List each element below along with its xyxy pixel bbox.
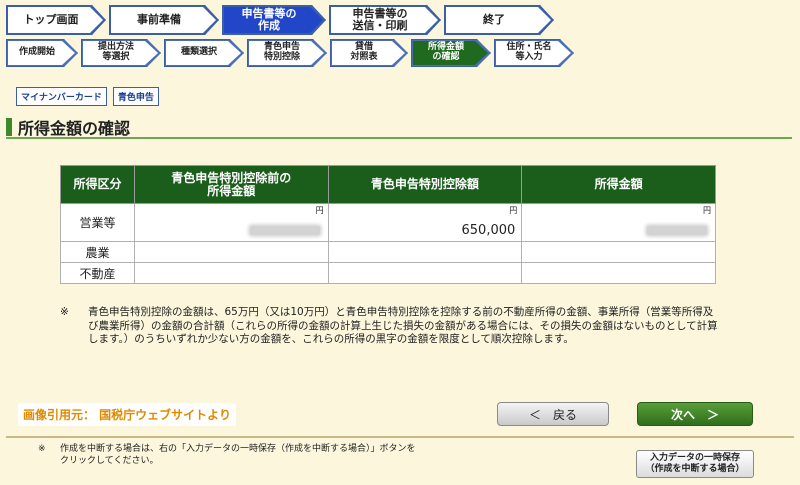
temporary-save-button[interactable]: 入力データの一時保存 （作成を中断する場合） — [636, 450, 754, 478]
main-step-label: 申告書等の 作成 — [241, 6, 297, 32]
sub-step-start[interactable]: 作成開始 — [6, 39, 78, 67]
income-cell — [521, 262, 716, 284]
main-step-finish[interactable]: 終了 — [444, 5, 554, 35]
note-text: 青色申告特別控除の金額は、65万円（又は10万円）と青色申告特別控除を控除する前… — [88, 306, 718, 346]
sub-step-label: 所得金額 の確認 — [427, 42, 464, 62]
table-row: 営業等 円 円 650,000 円 — [60, 203, 716, 242]
main-step-label: 事前準備 — [137, 12, 181, 26]
sub-step-income-confirm[interactable]: 所得金額 の確認 — [411, 39, 491, 67]
main-step-label: 申告書等の 送信・印刷 — [352, 6, 408, 32]
deduction-cell — [327, 262, 523, 284]
sub-step-balance-sheet[interactable]: 貸借 対照表 — [330, 39, 408, 67]
sub-step-navigation: 作成開始 提出方法 等選択 種類選択 青色申告 特別控除 貸借 対照表 所得金額… — [6, 39, 577, 67]
mynumber-card-tag: マイナンバーカード — [16, 87, 107, 106]
main-step-create[interactable]: 申告書等の 作成 — [222, 5, 326, 35]
sub-step-type-select[interactable]: 種類選択 — [164, 39, 244, 67]
main-step-preparation[interactable]: 事前準備 — [109, 5, 219, 35]
page-title: 所得金額の確認 — [18, 119, 131, 138]
deduction-cell — [327, 241, 523, 263]
blue-return-tag: 青色申告 — [112, 87, 159, 106]
main-step-label: トップ画面 — [23, 12, 79, 26]
income-table: 所得区分 青色申告特別控除前の 所得金額 青色申告特別控除額 所得金額 営業等 … — [60, 165, 716, 284]
table-row: 農業 — [60, 241, 716, 263]
before-deduction-cell: 円 — [133, 203, 329, 242]
sub-step-label: 住所・氏名 等入力 — [506, 42, 552, 62]
blurred-amount — [249, 226, 320, 235]
sub-step-label: 貸借 対照表 — [350, 42, 378, 62]
table-row: 不動産 — [60, 262, 716, 284]
header-deduction: 青色申告特別控除額 — [327, 165, 523, 204]
footer-note: ※ 作成を中断する場合は、右の「入力データの一時保存（作成を中断する場合）」ボタ… — [38, 444, 418, 467]
category-cell: 農業 — [60, 241, 135, 263]
main-step-label: 終了 — [483, 12, 505, 26]
image-source-caption: 画像引用元： 国税庁ウェブサイトより — [18, 403, 236, 426]
sub-step-submit-method[interactable]: 提出方法 等選択 — [81, 39, 161, 67]
footer-note-text: 作成を中断する場合は、右の「入力データの一時保存（作成を中断する場合）」ボタンを… — [60, 444, 416, 466]
deduction-cell: 円 650,000 — [327, 203, 523, 242]
blurred-amount — [647, 226, 707, 235]
income-cell — [521, 241, 716, 263]
category-cell: 営業等 — [60, 203, 135, 242]
yen-unit: 円 — [509, 206, 518, 215]
sub-step-blue-deduction[interactable]: 青色申告 特別控除 — [247, 39, 327, 67]
footer-divider — [6, 436, 794, 438]
main-step-top[interactable]: トップ画面 — [6, 5, 106, 35]
before-deduction-cell — [133, 241, 329, 263]
header-income: 所得金額 — [521, 165, 716, 204]
sub-step-label: 青色申告 特別控除 — [263, 42, 300, 62]
note-mark: ※ — [60, 306, 69, 318]
before-deduction-cell — [133, 262, 329, 284]
deduction-note: ※ 青色申告特別控除の金額は、65万円（又は10万円）と青色申告特別控除を控除す… — [60, 306, 720, 347]
page-title-bar: 所得金額の確認 — [6, 117, 792, 139]
filing-method-tags: マイナンバーカード 青色申告 — [16, 87, 159, 106]
header-category: 所得区分 — [60, 165, 135, 204]
deduction-amount: 650,000 — [461, 223, 516, 238]
sub-step-label: 提出方法 等選択 — [97, 42, 134, 62]
back-button[interactable]: ＜ 戻る — [497, 402, 609, 426]
yen-unit: 円 — [315, 206, 324, 215]
sub-step-address-name[interactable]: 住所・氏名 等入力 — [494, 39, 574, 67]
next-button[interactable]: 次へ ＞ — [637, 402, 753, 426]
income-cell: 円 — [521, 203, 716, 242]
yen-unit: 円 — [703, 206, 711, 215]
header-before-deduction: 青色申告特別控除前の 所得金額 — [133, 165, 329, 204]
sub-step-label: 種類選択 — [180, 47, 217, 58]
footer-note-mark: ※ — [38, 444, 46, 454]
category-cell: 不動産 — [60, 262, 135, 284]
main-step-send-print[interactable]: 申告書等の 送信・印刷 — [329, 5, 441, 35]
main-step-navigation: トップ画面 事前準備 申告書等の 作成 申告書等の 送信・印刷 終了 — [6, 5, 557, 35]
title-accent-bar — [6, 118, 12, 136]
table-header-row: 所得区分 青色申告特別控除前の 所得金額 青色申告特別控除額 所得金額 — [60, 165, 716, 204]
sub-step-label: 作成開始 — [18, 47, 55, 58]
